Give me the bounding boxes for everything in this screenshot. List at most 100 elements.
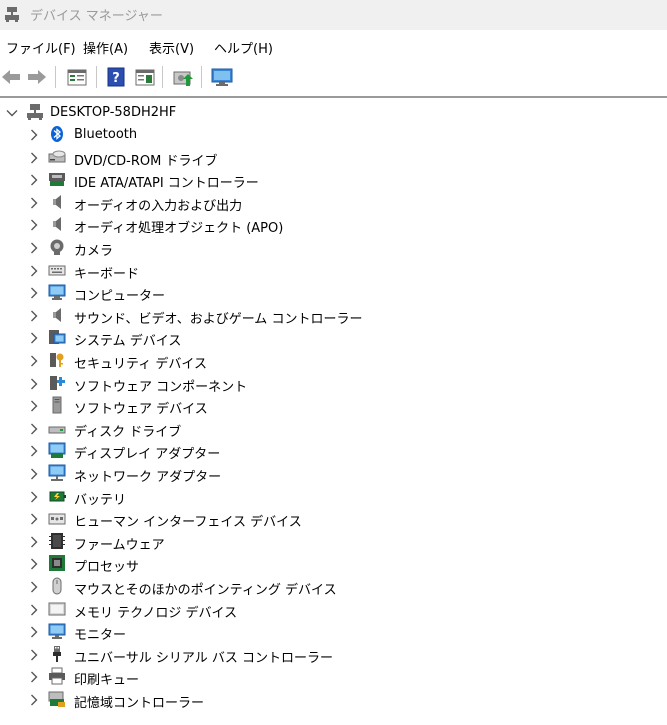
menu-help[interactable]: ヘルプ(H) (214, 38, 273, 57)
tree-top-border (0, 96, 667, 98)
display-adapter-icon (48, 442, 66, 459)
tree-item[interactable]: オーディオ処理オブジェクト (APO) (0, 214, 667, 236)
tree-item[interactable]: セキュリティ デバイス (0, 350, 667, 372)
chevron-right-icon[interactable] (28, 604, 40, 616)
chevron-right-icon[interactable] (28, 400, 40, 412)
chevron-right-icon[interactable] (28, 581, 40, 593)
tree-item[interactable]: DVD/CD-ROM ドライブ (0, 147, 667, 169)
chevron-right-icon[interactable] (28, 355, 40, 367)
back-arrow-icon[interactable] (0, 66, 22, 88)
tree-item-label: マウスとそのほかのポインティング デバイス (74, 583, 337, 598)
tree-item[interactable]: Bluetooth (0, 124, 667, 146)
tree-item[interactable]: サウンド、ビデオ、およびゲーム コントローラー (0, 305, 667, 327)
device-tree[interactable]: DESKTOP-58DH2HF Bluetooth DVD/CD-ROM ドライブ… (0, 100, 667, 720)
chevron-right-icon[interactable] (28, 174, 40, 186)
chevron-right-icon[interactable] (28, 242, 40, 254)
tree-item-label: ヒューマン インターフェイス デバイス (74, 515, 302, 531)
tree-item[interactable]: バッテリ (0, 486, 667, 508)
chevron-right-icon[interactable] (28, 129, 40, 141)
menu-view[interactable]: 表示(V) (149, 38, 194, 57)
tree-root-label: DESKTOP-58DH2HF (50, 105, 177, 120)
update-driver-icon[interactable] (172, 66, 194, 88)
chevron-right-icon[interactable] (28, 694, 40, 706)
svg-text:?: ? (112, 71, 120, 86)
tree-item-label: メモリ テクノロジ デバイス (74, 605, 238, 621)
tree-item[interactable]: ディスプレイ アダプター (0, 440, 667, 462)
usb-icon (53, 645, 61, 662)
bluetooth-icon (51, 126, 63, 142)
chevron-right-icon[interactable] (28, 265, 40, 277)
chevron-right-icon[interactable] (28, 423, 40, 435)
chevron-right-icon[interactable] (28, 378, 40, 390)
tree-item-label: ディスク ドライブ (74, 424, 182, 440)
menu-action[interactable]: 操作(A) (83, 38, 128, 57)
tree-item[interactable]: マウスとそのほかのポインティング デバイス (0, 576, 667, 598)
toolbar-separator (162, 66, 163, 88)
forward-arrow-icon[interactable] (26, 66, 48, 88)
processor-icon (49, 555, 65, 572)
menu-bar: ファイル(F) 操作(A) 表示(V) ヘルプ(H) (0, 34, 667, 58)
tree-item-label: システム デバイス (74, 334, 182, 350)
properties-icon[interactable] (66, 66, 88, 88)
tree-item[interactable]: IDE ATA/ATAPI コントローラー (0, 169, 667, 191)
tree-item[interactable]: メモリ テクノロジ デバイス (0, 599, 667, 621)
tree-item[interactable]: ヒューマン インターフェイス デバイス (0, 508, 667, 530)
chevron-right-icon[interactable] (28, 649, 40, 661)
battery-icon (49, 491, 66, 502)
chevron-right-icon[interactable] (28, 626, 40, 638)
chevron-right-icon[interactable] (28, 491, 40, 503)
tree-item[interactable]: キーボード (0, 260, 667, 282)
chevron-right-icon[interactable] (28, 310, 40, 322)
chevron-right-icon[interactable] (28, 558, 40, 570)
tree-item-label: ネットワーク アダプター (74, 470, 222, 485)
tree-item-label: オーディオの入力および出力 (74, 198, 243, 214)
speaker-icon (53, 307, 61, 322)
toolbar-separator (201, 66, 202, 88)
chevron-right-icon[interactable] (28, 536, 40, 548)
tree-root[interactable]: DESKTOP-58DH2HF (0, 102, 667, 124)
chevron-right-icon[interactable] (28, 468, 40, 480)
storage-controller-icon (48, 691, 65, 707)
monitor-icon (48, 623, 66, 640)
tree-item[interactable]: システム デバイス (0, 327, 667, 349)
firmware-icon (49, 532, 65, 549)
tree-item[interactable]: ソフトウェア コンポーネント (0, 373, 667, 395)
chevron-right-icon[interactable] (28, 671, 40, 683)
tree-item-label: ソフトウェア デバイス (74, 402, 208, 418)
tree-item[interactable]: カメラ (0, 237, 667, 259)
tree-item[interactable]: ファームウェア (0, 531, 667, 553)
device-manager-icon (5, 7, 19, 22)
chevron-right-icon[interactable] (28, 197, 40, 209)
tree-item-label: 印刷キュー (74, 673, 140, 689)
chevron-right-icon[interactable] (28, 513, 40, 525)
tree-item[interactable]: オーディオの入力および出力 (0, 192, 667, 214)
mouse-icon (52, 577, 62, 595)
tree-item-label: ユニバーサル シリアル バス コントローラー (74, 650, 334, 666)
keyboard-icon (48, 265, 66, 276)
title-bar: デバイス マネージャー (0, 0, 667, 30)
chevron-down-icon[interactable] (6, 107, 18, 119)
help-icon[interactable]: ? (106, 66, 128, 88)
tree-item[interactable]: 印刷キュー (0, 666, 667, 688)
tree-item[interactable]: プロセッサ (0, 553, 667, 575)
tree-item-label: ファームウェア (74, 537, 165, 553)
chevron-right-icon[interactable] (28, 287, 40, 299)
show-hidden-panel-icon[interactable] (134, 66, 156, 88)
menu-file[interactable]: ファイル(F) (6, 38, 76, 57)
tree-item-label: セキュリティ デバイス (74, 357, 207, 372)
hid-icon (48, 513, 66, 525)
tree-item[interactable]: モニター (0, 621, 667, 643)
tree-item[interactable]: ネットワーク アダプター (0, 463, 667, 485)
tree-item[interactable]: ユニバーサル シリアル バス コントローラー (0, 644, 667, 666)
chevron-right-icon[interactable] (28, 332, 40, 344)
scan-hardware-icon[interactable] (211, 66, 233, 88)
tree-item[interactable]: コンピューター (0, 282, 667, 304)
tree-item[interactable]: 記憶域コントローラー (0, 689, 667, 711)
chevron-right-icon[interactable] (28, 219, 40, 231)
chevron-right-icon[interactable] (28, 445, 40, 457)
tree-item[interactable]: ソフトウェア デバイス (0, 395, 667, 417)
tree-item[interactable]: ディスク ドライブ (0, 418, 667, 440)
tree-item-label: ソフトウェア コンポーネント (74, 379, 248, 395)
software-device-icon (52, 396, 62, 414)
chevron-right-icon[interactable] (28, 152, 40, 164)
